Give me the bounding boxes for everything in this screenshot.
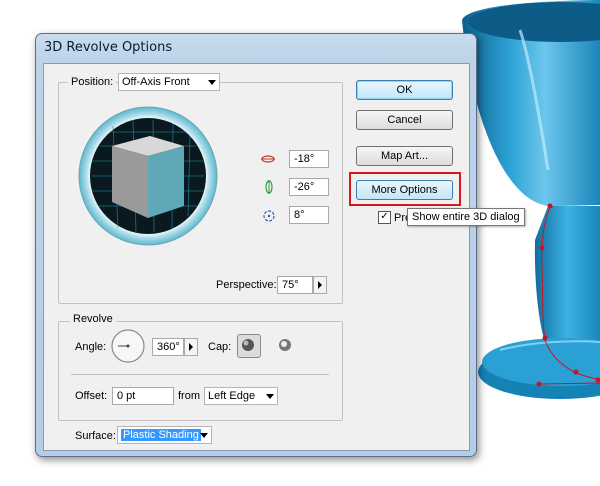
x-rotation-field[interactable]: -18°	[289, 150, 329, 168]
angle-field[interactable]: 360°	[152, 338, 184, 356]
surface-dropdown[interactable]: Plastic Shading	[117, 426, 212, 444]
chevron-down-icon	[266, 394, 274, 399]
cap-label: Cap:	[208, 341, 232, 353]
angle-slider-button[interactable]	[184, 338, 198, 356]
cancel-button[interactable]: Cancel	[356, 110, 453, 130]
perspective-label: Perspective:	[216, 279, 277, 291]
cap-hollow-icon	[279, 339, 291, 351]
dialog-title: 3D Revolve Options	[44, 40, 173, 55]
revolve-divider	[71, 374, 329, 375]
from-edge-dropdown[interactable]: Left Edge	[204, 387, 278, 405]
chevron-down-icon	[208, 80, 216, 85]
offset-label: Offset:	[75, 390, 108, 402]
revolve-label: Revolve	[70, 313, 116, 325]
z-axis-rotate-icon	[263, 210, 275, 222]
position-dropdown[interactable]: Off-Axis Front	[118, 73, 220, 91]
cap-on-button[interactable]	[237, 334, 261, 358]
dialog-body: Position: Off-Axis Front -18° -26° 8° Pe…	[43, 63, 470, 451]
y-axis-rotate-icon	[265, 180, 273, 194]
perspective-slider-button[interactable]	[313, 276, 327, 294]
angle-dial[interactable]	[110, 328, 146, 364]
cap-off-button[interactable]	[275, 335, 295, 355]
z-rotation-field[interactable]: 8°	[289, 206, 329, 224]
map-art-button[interactable]: Map Art...	[356, 146, 453, 166]
x-axis-rotate-icon	[261, 155, 275, 163]
perspective-field[interactable]: 75°	[277, 276, 313, 294]
surface-label: Surface:	[75, 430, 116, 442]
revolve-options-dialog: 3D Revolve Options Position: Off-Axis Fr…	[35, 33, 477, 457]
more-options-tooltip: Show entire 3D dialog	[407, 208, 525, 226]
rotation-track-cube[interactable]	[78, 106, 218, 246]
position-label: Position:	[68, 76, 117, 88]
angle-label: Angle:	[75, 341, 107, 353]
offset-field[interactable]: 0 pt	[112, 387, 174, 405]
from-label: from	[178, 390, 200, 402]
cap-solid-icon	[242, 339, 254, 351]
preview-checkbox[interactable]: ✓	[378, 211, 391, 224]
revolve-group	[58, 321, 343, 421]
y-rotation-field[interactable]: -26°	[289, 178, 329, 196]
ok-button[interactable]: OK	[356, 80, 453, 100]
chevron-down-icon	[200, 433, 208, 438]
more-options-highlight	[349, 172, 461, 206]
